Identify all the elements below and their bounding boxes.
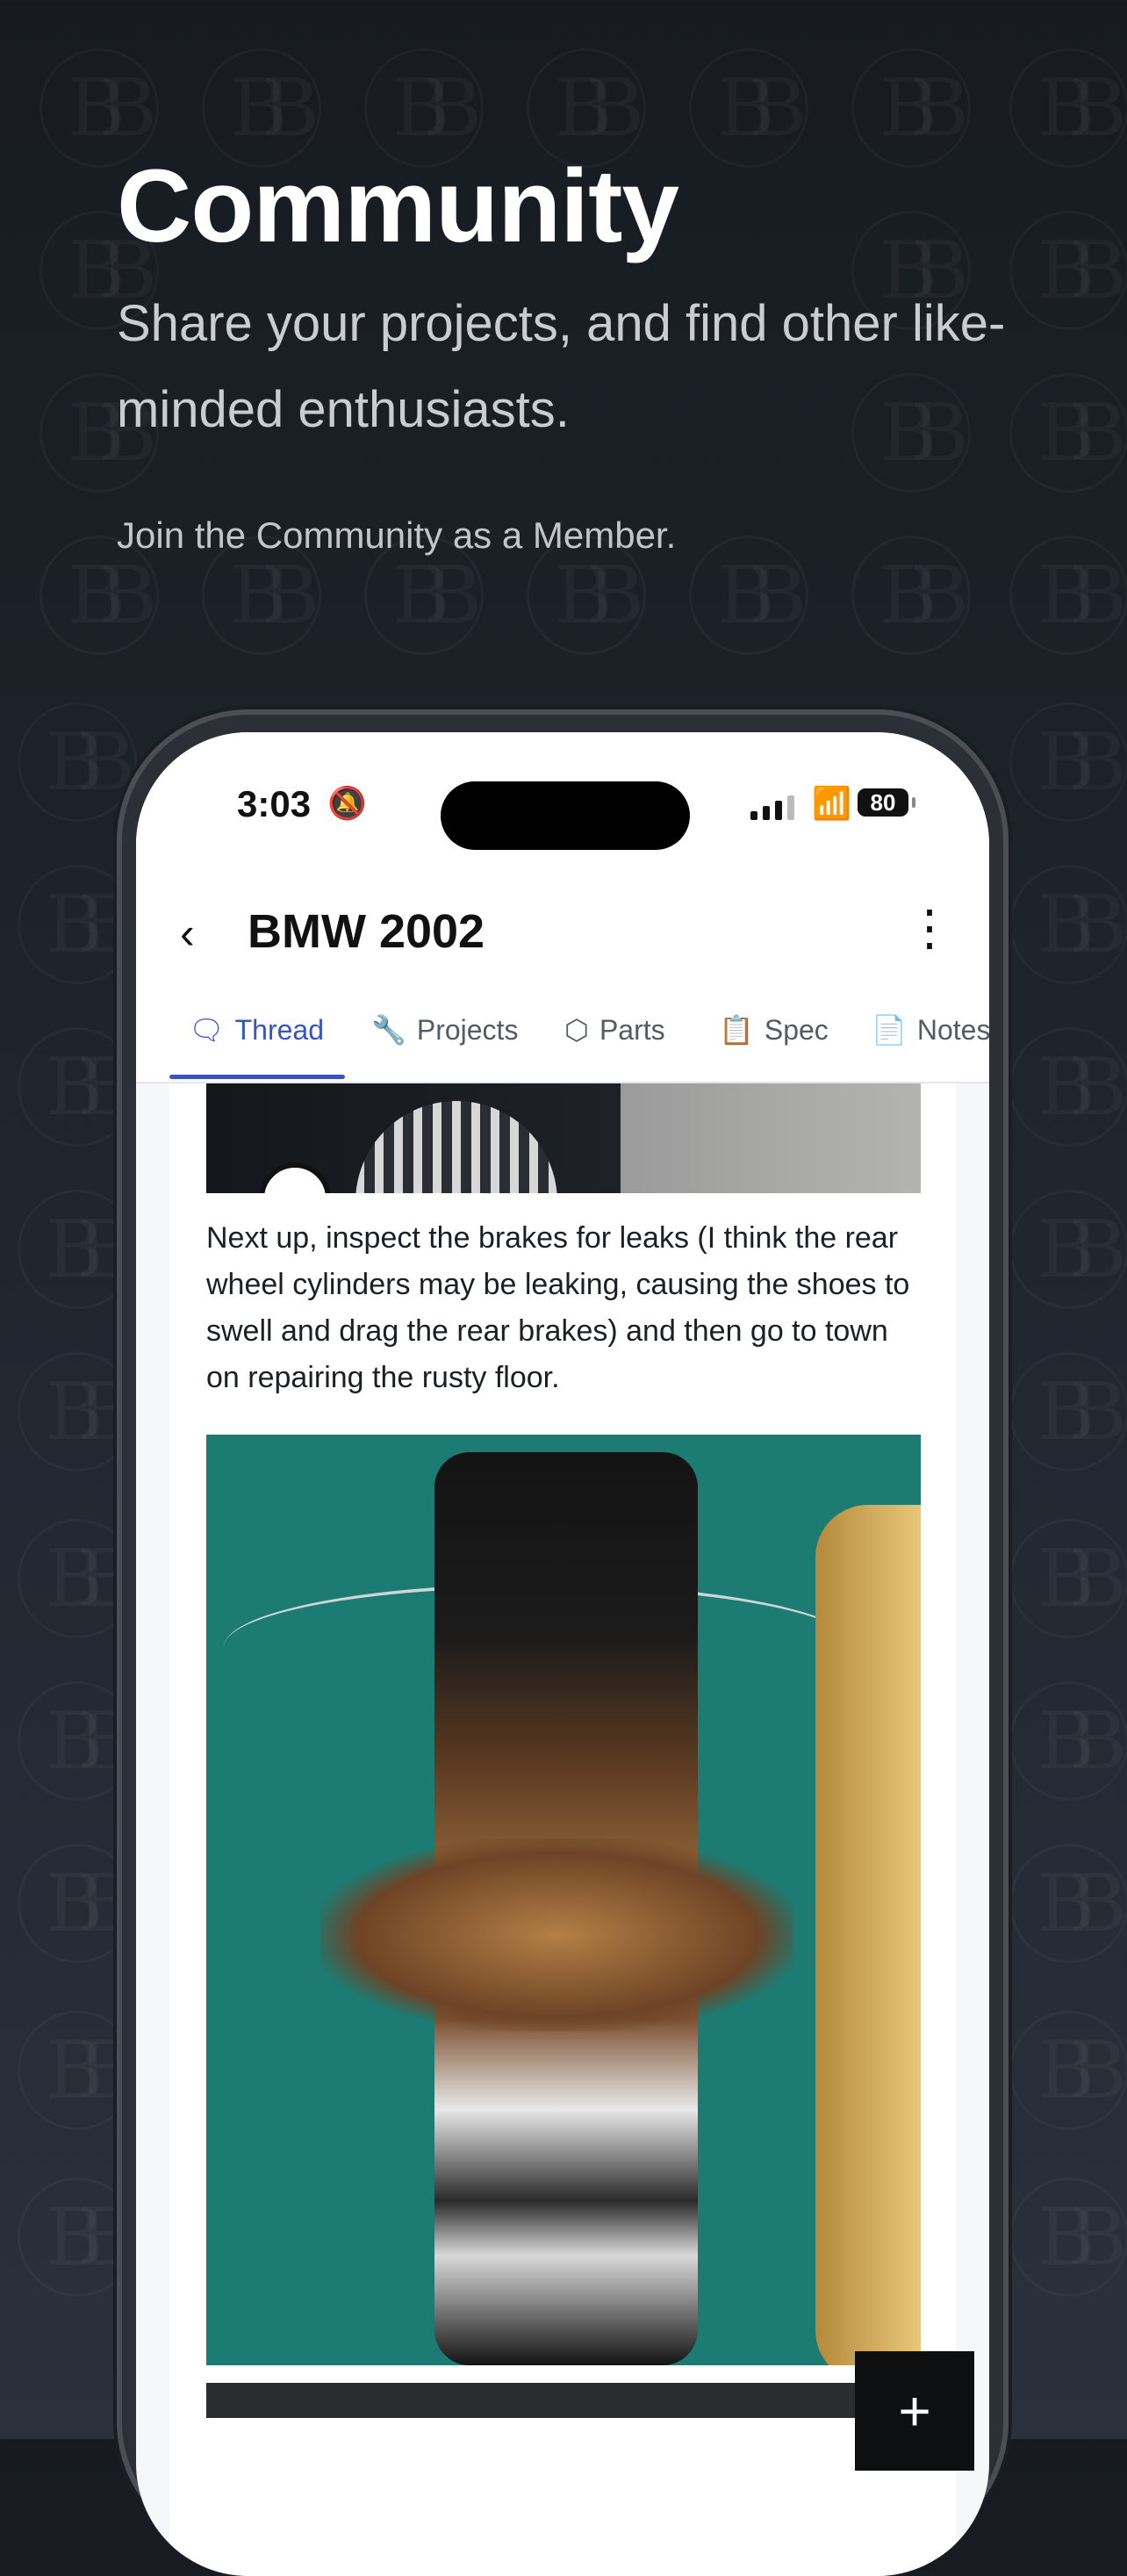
tab-thread[interactable]: 🗨 Thread <box>189 1013 324 1047</box>
tab-label: Parts <box>599 1013 665 1046</box>
tab-label: Spec <box>764 1013 829 1046</box>
tab-label: Thread <box>234 1013 325 1046</box>
clipboard-icon: 📋 <box>719 1014 754 1046</box>
tab-parts[interactable]: ⬡ Parts <box>564 1013 665 1047</box>
wifi-icon: 📶 <box>812 785 851 821</box>
status-bar: 3:03 🔕 📶 80 <box>136 732 989 873</box>
hero-section: Community Share your projects, and find … <box>117 140 1038 557</box>
brand-watermark-icon: BB <box>1009 702 1127 822</box>
brand-watermark-icon: BB <box>1009 2011 1127 2130</box>
bmw-logo <box>259 1162 331 1193</box>
signal-icon <box>750 794 794 820</box>
tab-projects[interactable]: 🔧 Projects <box>371 1013 518 1047</box>
brand-watermark-icon: BB <box>1009 2177 1127 2297</box>
add-button[interactable]: + <box>855 2351 974 2471</box>
tab-label: Projects <box>416 1013 519 1046</box>
rusty-floor-photo[interactable] <box>206 1435 921 2365</box>
tab-bar: 🗨 Thread 🔧 Projects ⬡ Parts 📋 Spec 📄 Not… <box>136 987 989 1083</box>
document-icon: 📄 <box>872 1014 907 1046</box>
bell-muted-icon: 🔕 <box>327 785 367 821</box>
tab-label: Notes <box>916 1013 989 1046</box>
brand-watermark-icon: BB <box>1009 1519 1127 1638</box>
brand-watermark-icon: BB <box>1009 1352 1127 1471</box>
brand-watermark-icon: BB <box>1009 865 1127 984</box>
brand-watermark-icon: BB <box>1009 1190 1127 1309</box>
page-header: ‹ BMW 2002 ⋮ <box>136 873 989 988</box>
photo-rust <box>320 1838 794 2032</box>
more-vertical-icon[interactable]: ⋮ <box>905 899 954 957</box>
tab-notes[interactable]: 📄 Notes <box>872 1013 989 1047</box>
photo-seat <box>815 1505 921 2365</box>
phone-mockup: 3:03 🔕 📶 80 ‹ BMW 2002 ⋮ 🗨 Thread 🔧 Proj… <box>117 709 1009 2576</box>
brand-watermark-icon: BB <box>18 702 137 822</box>
dynamic-island <box>441 781 690 850</box>
kidney-grille <box>355 1101 557 1193</box>
page-title: BMW 2002 <box>248 905 485 958</box>
brand-watermark-icon: BB <box>1009 1027 1127 1147</box>
brand-watermark-icon: BB <box>1009 1844 1127 1963</box>
car-front-photo[interactable] <box>206 1083 921 1193</box>
hero-subtitle: Share your projects, and find other like… <box>117 295 1006 438</box>
brand-watermark-icon: BB <box>1009 1681 1127 1801</box>
tab-spec[interactable]: 📋 Spec <box>719 1013 829 1047</box>
thread-paragraph: Next up, inspect the brakes for leaks (I… <box>206 1221 910 1394</box>
next-photo-preview[interactable] <box>206 2383 921 2418</box>
wrench-icon: 🔧 <box>371 1014 406 1046</box>
active-tab-indicator <box>169 1075 345 1079</box>
chevron-left-icon[interactable]: ‹ <box>180 908 195 959</box>
join-text: Join the Community as a Member. <box>117 514 677 556</box>
box-icon: ⬡ <box>564 1014 589 1046</box>
chat-icon: 🗨 <box>189 1014 225 1046</box>
battery-icon: 80 <box>858 788 915 817</box>
status-time: 3:03 <box>237 783 312 824</box>
thread-content[interactable]: Next up, inspect the brakes for leaks (I… <box>169 1083 956 2576</box>
phone-screen: 3:03 🔕 📶 80 ‹ BMW 2002 ⋮ 🗨 Thread 🔧 Proj… <box>136 732 989 2576</box>
hero-title: Community <box>117 148 679 264</box>
